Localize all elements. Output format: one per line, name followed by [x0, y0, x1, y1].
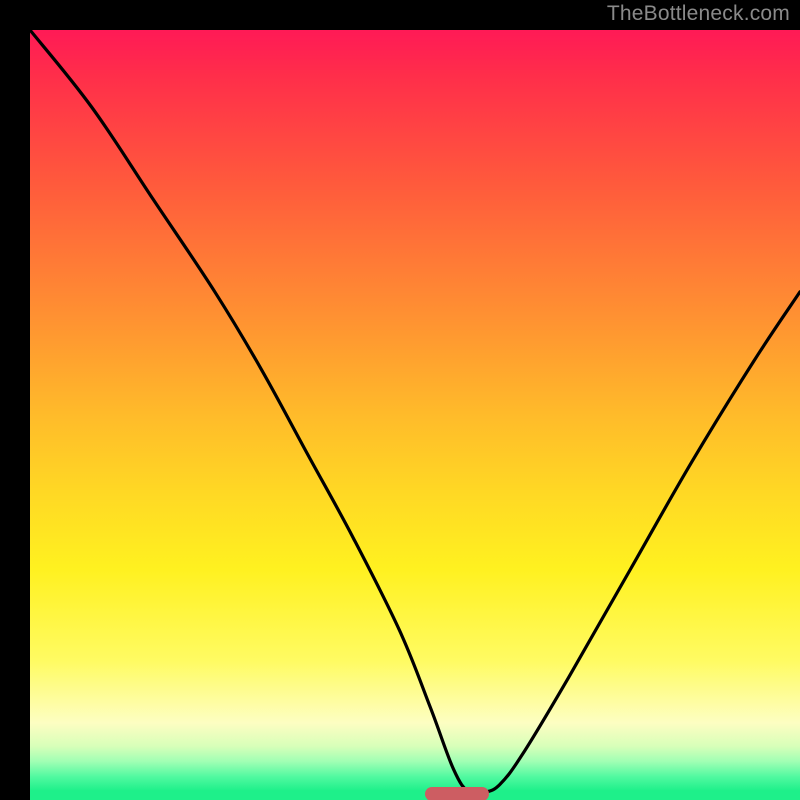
optimal-marker: [425, 787, 489, 800]
plot-area: [30, 30, 800, 800]
bottleneck-curve: [30, 30, 800, 800]
chart-frame: [15, 15, 785, 785]
watermark-text: TheBottleneck.com: [607, 2, 790, 26]
